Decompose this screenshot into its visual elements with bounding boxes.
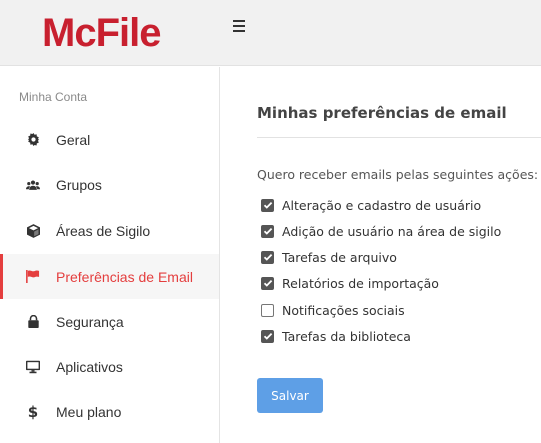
checkbox[interactable] <box>261 329 274 343</box>
checkbox[interactable] <box>261 224 274 238</box>
sidebar-item-geral[interactable]: Geral <box>0 117 219 162</box>
users-icon <box>26 178 40 192</box>
sidebar-item-label: Grupos <box>56 176 102 193</box>
sidebar: Minha Conta Geral Grupos Áreas de Sigilo… <box>0 67 220 443</box>
option-label: Notificações sociais <box>282 302 405 318</box>
flag-icon <box>26 270 40 284</box>
mcfile-logo[interactable]: McFile <box>42 10 161 56</box>
cube-icon <box>26 223 40 238</box>
monitor-icon <box>26 360 40 374</box>
sidebar-item-meu-plano[interactable]: $ Meu plano <box>0 389 219 434</box>
sidebar-title: Minha Conta <box>19 90 88 104</box>
sidebar-item-grupos[interactable]: Grupos <box>0 162 219 207</box>
email-option[interactable]: Tarefas de arquivo <box>261 248 397 266</box>
option-label: Relatórios de importação <box>282 275 439 291</box>
option-label: Adição de usuário na área de sigilo <box>282 223 502 239</box>
checkbox[interactable] <box>261 276 274 290</box>
save-button[interactable]: Salvar <box>257 378 323 413</box>
lock-icon <box>26 315 40 329</box>
email-option[interactable]: Adição de usuário na área de sigilo <box>261 222 501 240</box>
sidebar-item-label: Áreas de Sigilo <box>56 222 151 239</box>
sidebar-item-label: Preferências de Email <box>56 268 193 285</box>
sidebar-item-label: Aplicativos <box>56 358 123 375</box>
sidebar-item-areas-de-sigilo[interactable]: Áreas de Sigilo <box>0 208 219 253</box>
sidebar-item-seguranca[interactable]: Segurança <box>0 299 219 344</box>
sidebar-item-aplicativos[interactable]: Aplicativos <box>0 344 219 389</box>
option-label: Tarefas da biblioteca <box>282 328 411 344</box>
sidebar-item-label: Segurança <box>56 313 124 330</box>
email-option[interactable]: Tarefas da biblioteca <box>261 327 411 345</box>
preferences-intro: Quero receber emails pelas seguintes açõ… <box>257 167 539 182</box>
checkbox[interactable] <box>261 198 274 212</box>
sidebar-item-preferencias-de-email[interactable]: Preferências de Email <box>0 254 219 299</box>
email-option[interactable]: Relatórios de importação <box>261 274 439 292</box>
option-label: Alteração e cadastro de usuário <box>282 197 482 213</box>
sidebar-item-label: Meu plano <box>56 403 122 420</box>
divider <box>257 137 541 138</box>
page-title: Minhas preferências de email <box>257 104 507 122</box>
app-header: McFile <box>0 0 541 66</box>
sidebar-item-label: Geral <box>56 131 91 148</box>
option-label: Tarefas de arquivo <box>282 249 397 265</box>
main-content: Minhas preferências de email Quero receb… <box>221 67 541 443</box>
email-option[interactable]: Notificações sociais <box>261 301 405 319</box>
gear-icon <box>26 133 40 147</box>
hamburger-icon[interactable] <box>233 20 249 36</box>
checkbox[interactable] <box>261 303 274 317</box>
dollar-icon: $ <box>27 402 39 421</box>
checkbox[interactable] <box>261 250 274 264</box>
email-option[interactable]: Alteração e cadastro de usuário <box>261 196 481 214</box>
